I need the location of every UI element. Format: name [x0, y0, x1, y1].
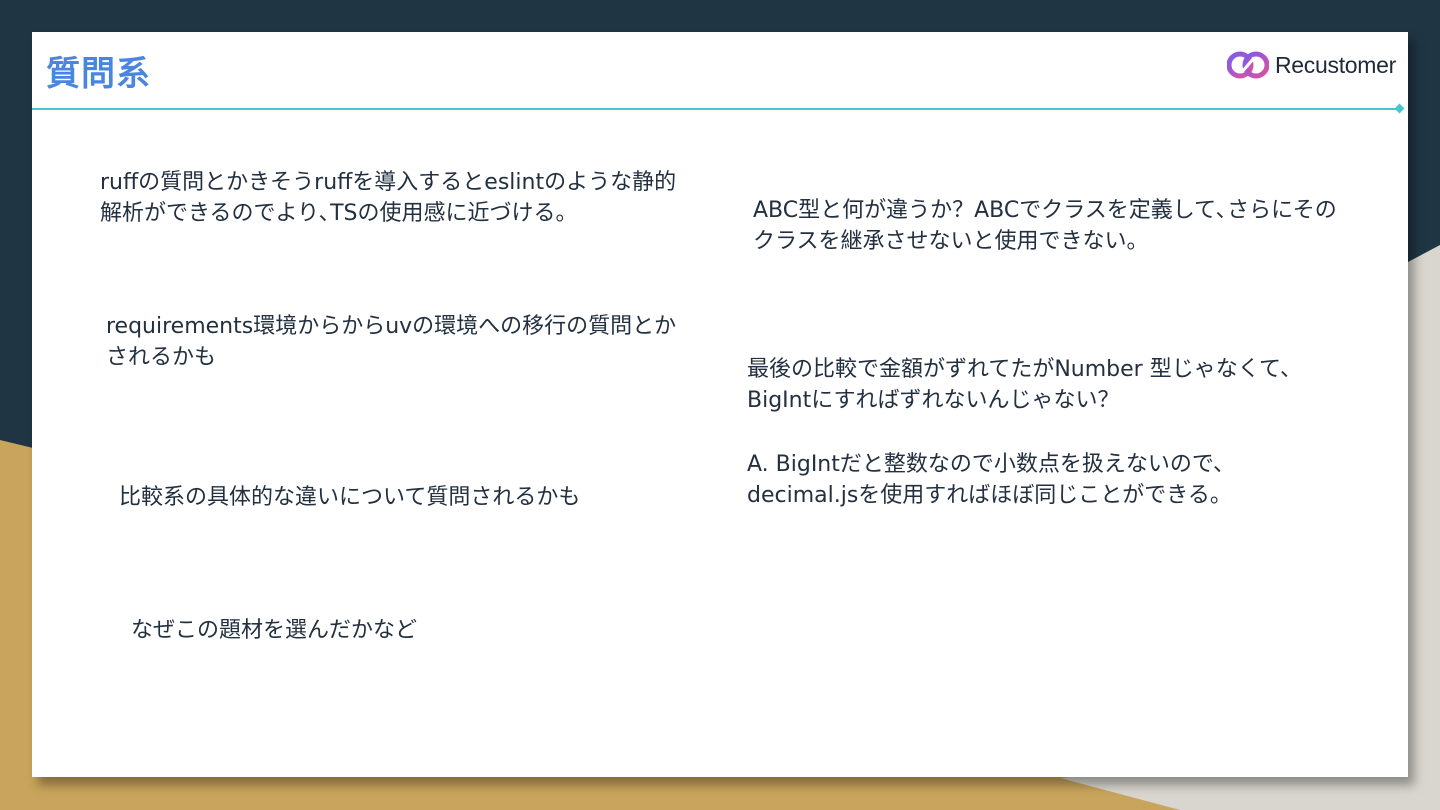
note-abc: ABC型と何が違うか？ABCでクラスを定義して､さらにその クラスを継承させない… [753, 195, 1337, 257]
note-line: BigIntにすればずれないんじゃない？ [747, 388, 1120, 413]
note-line: requirements環境からからuvの環境への移行の質問とか [106, 314, 677, 339]
note-line: クラスを継承させないと使用できない。 [753, 229, 1149, 254]
note-line: なぜこの題材を選んだかなど [131, 618, 418, 643]
light-band-right [1408, 245, 1440, 778]
note-requirements: requirements環境からからuvの環境への移行の質問とか されるかも [106, 311, 676, 373]
note-line: 比較系の具体的な違いについて質問されるかも [119, 485, 581, 510]
note-comparison: 比較系の具体的な違いについて質問されるかも [119, 482, 580, 513]
title-divider-end [1394, 103, 1405, 114]
note-line: A. BigIntだと整数なので小数点を扱えないので、 [747, 452, 1235, 477]
recustomer-logo-icon [1227, 51, 1269, 79]
slide-canvas: 質問系 Recustomer ruffの質問とかきそうruffを導入するとesl… [32, 32, 1408, 777]
title-divider [32, 108, 1402, 110]
note-line: ruffの質問とかきそうruffを導入するとeslintのような静的 [100, 170, 677, 195]
note-line: されるかも [106, 345, 217, 370]
note-line: ABC型と何が違うか？ABCでクラスを定義して､さらにその [753, 198, 1337, 223]
brand-logo: Recustomer [1227, 50, 1396, 80]
note-bigint-answer: A. BigIntだと整数なので小数点を扱えないので、 decimal.jsを使… [747, 449, 1235, 511]
slide-title: 質問系 [46, 54, 151, 94]
note-bigint-question: 最後の比較で金額がずれてたがNumber 型じゃなくて、 BigIntにすればず… [747, 354, 1302, 416]
note-line: 最後の比較で金額がずれてたがNumber 型じゃなくて、 [747, 357, 1302, 382]
note-ruff: ruffの質問とかきそうruffを導入するとeslintのような静的 解析ができ… [100, 167, 676, 229]
note-topic: なぜこの題材を選んだかなど [131, 615, 417, 646]
brand-name: Recustomer [1275, 51, 1396, 78]
note-line: 解析ができるのでより､TSの使用感に近づける。 [100, 201, 578, 226]
note-line: decimal.jsを使用すればほぼ同じことができる。 [747, 483, 1232, 508]
